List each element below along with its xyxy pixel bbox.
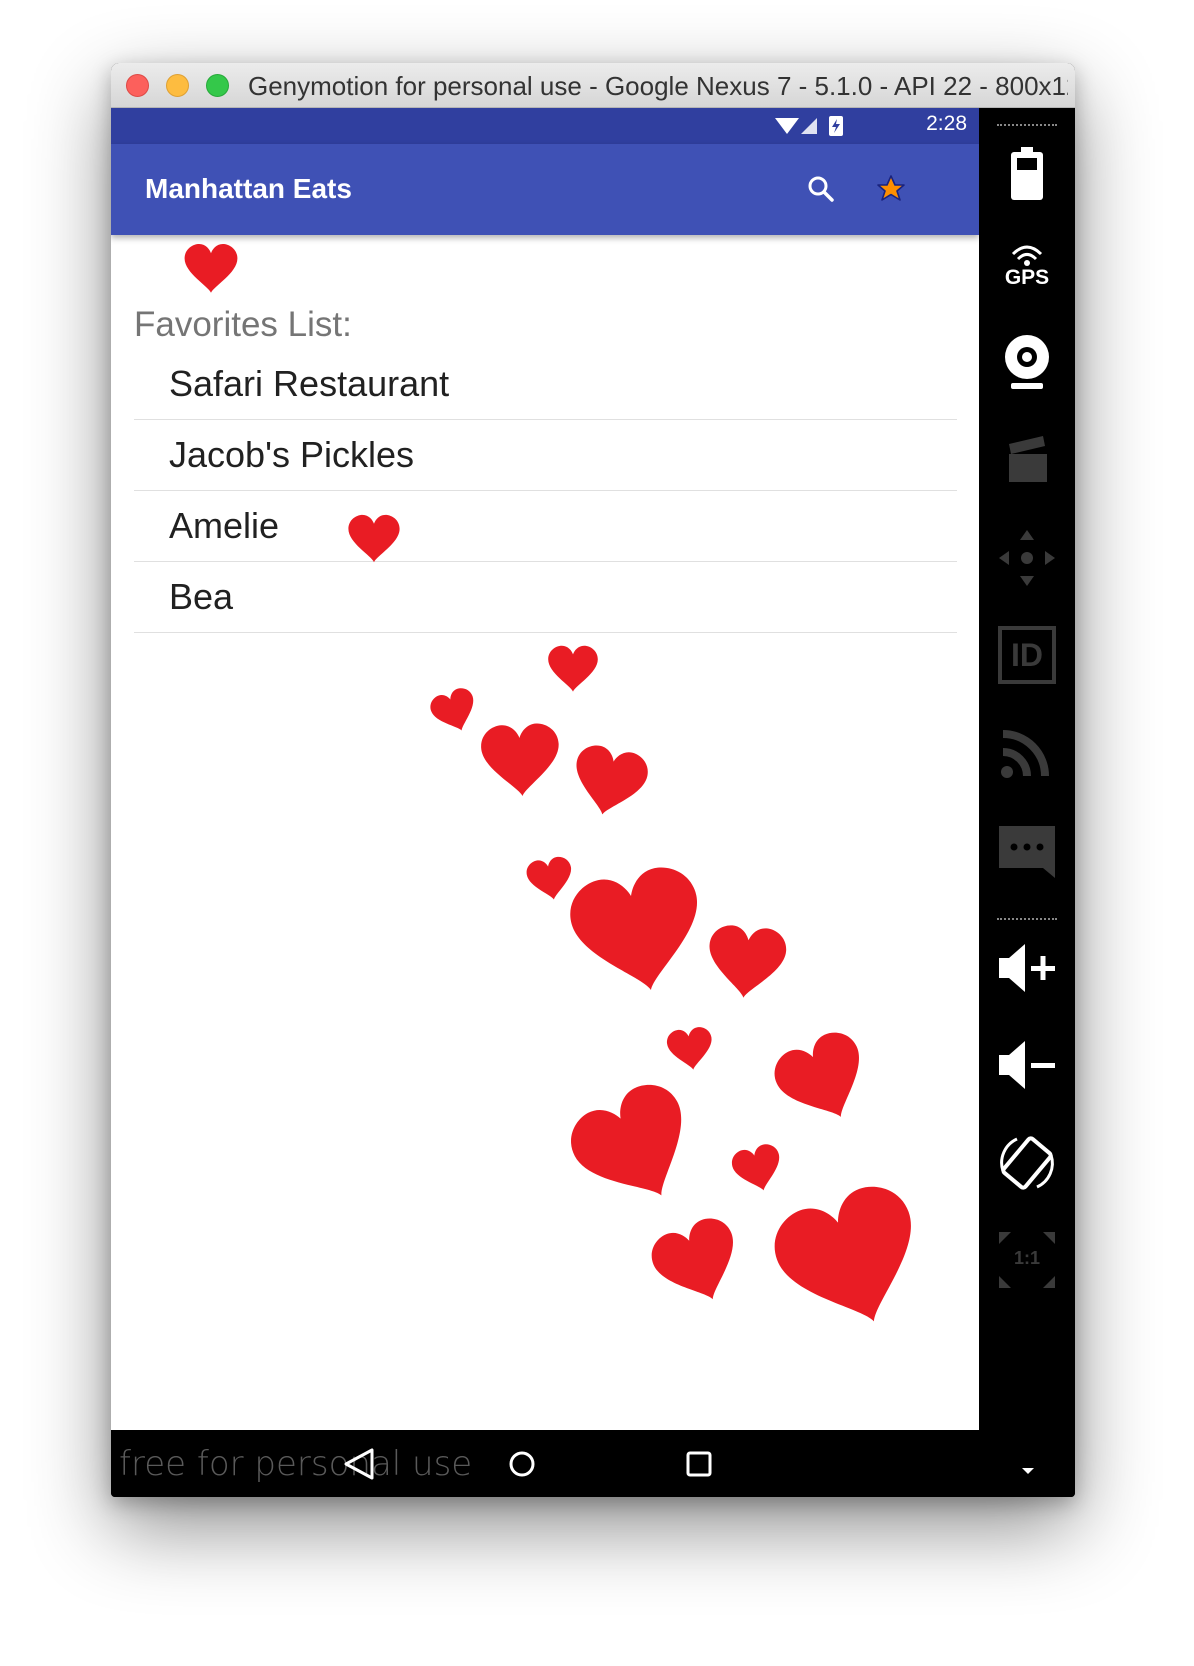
window-maximize-button[interactable] <box>206 74 229 97</box>
heart-icon <box>548 645 598 692</box>
window-titlebar: Genymotion for personal use - Google Nex… <box>111 63 1075 108</box>
app-bar: Manhattan Eats <box>111 144 979 235</box>
scale-label: 1:1 <box>1013 1248 1040 1268</box>
device-id-icon[interactable]: ID <box>997 625 1057 685</box>
app-title: Manhattan Eats <box>145 173 352 204</box>
chevron-down-icon[interactable] <box>1006 1442 1050 1486</box>
signal-icon <box>801 118 817 134</box>
battery-charging-icon <box>829 116 843 136</box>
sidebar-divider <box>997 918 1057 922</box>
list-item[interactable]: Safari Restaurant <box>134 349 957 420</box>
status-time: 2:28 <box>926 112 967 135</box>
navigation-bar: free for personal use <box>111 1430 1075 1497</box>
favorites-list: Safari Restaurant Jacob's Pickles Amelie… <box>134 349 957 633</box>
favorites-label: Favorites List: <box>134 305 352 344</box>
battery-icon[interactable] <box>997 143 1057 203</box>
search-icon[interactable] <box>801 169 841 209</box>
recents-icon[interactable] <box>677 1442 721 1486</box>
heart-icon <box>665 1025 716 1073</box>
wifi-icon <box>775 118 799 134</box>
emulator-window: Genymotion for personal use - Google Nex… <box>111 63 1075 1497</box>
device-id-label: ID <box>1011 637 1043 673</box>
status-bar: 2:28 <box>111 108 979 144</box>
home-icon[interactable] <box>500 1442 544 1486</box>
heart-icon <box>559 1073 713 1223</box>
heart-icon <box>728 1141 787 1197</box>
heart-icon <box>184 243 238 293</box>
window-minimize-button[interactable] <box>166 74 189 97</box>
webcam-icon[interactable] <box>997 333 1057 393</box>
dpad-icon[interactable] <box>997 528 1057 588</box>
emulator-sidebar: GPS ID 1:1 <box>979 108 1075 1430</box>
window-title: Genymotion for personal use - Google Nex… <box>248 71 1068 101</box>
screencast-icon[interactable] <box>997 430 1057 490</box>
list-item[interactable]: Amelie <box>134 491 957 562</box>
list-item-label: Jacob's Pickles <box>169 434 414 475</box>
list-item-label: Amelie <box>169 505 280 546</box>
gps-label: GPS <box>1004 266 1050 289</box>
heart-icon <box>427 684 483 739</box>
heart-icon <box>524 854 576 904</box>
volume-down-icon[interactable] <box>997 1035 1057 1095</box>
heart-icon <box>766 1024 881 1136</box>
sidebar-divider <box>997 124 1057 128</box>
sms-icon[interactable] <box>997 820 1057 880</box>
heart-icon <box>480 722 562 799</box>
favorites-star-icon[interactable] <box>871 169 911 209</box>
heart-icon <box>563 860 714 1004</box>
window-close-button[interactable] <box>126 74 149 97</box>
list-item-label: Safari Restaurant <box>169 363 450 404</box>
list-item[interactable]: Jacob's Pickles <box>134 420 957 491</box>
status-icons <box>775 116 843 136</box>
heart-icon <box>763 1175 940 1346</box>
favorites-content: Favorites List: Safari Restaurant Jacob'… <box>111 235 979 1430</box>
android-screen: 2:28 Manhattan Eats Favorites List: Safa… <box>111 108 979 1430</box>
heart-icon <box>567 741 652 822</box>
watermark-text: free for personal use <box>119 1444 473 1484</box>
heart-icon <box>705 923 788 1002</box>
scale-icon[interactable]: 1:1 <box>997 1230 1057 1290</box>
heart-icon <box>644 1211 752 1315</box>
gps-icon[interactable]: GPS <box>997 236 1057 296</box>
back-icon[interactable] <box>338 1442 382 1486</box>
list-item[interactable]: Bea <box>134 562 957 633</box>
list-item-label: Bea <box>169 576 234 617</box>
rotate-icon[interactable] <box>997 1133 1057 1193</box>
volume-up-icon[interactable] <box>997 938 1057 998</box>
cast-icon[interactable] <box>997 722 1057 782</box>
